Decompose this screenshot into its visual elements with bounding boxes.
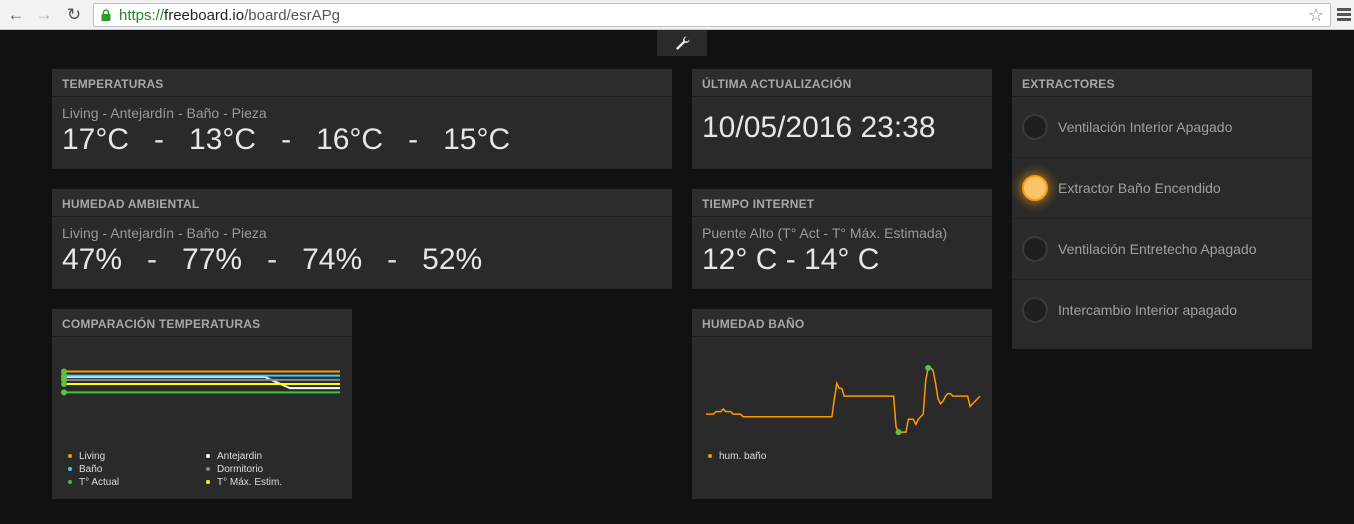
back-arrow-icon[interactable]: ← (5, 4, 27, 26)
ultima-actualizacion-pane: ÚLTIMA ACTUALIZACIÓN 10/05/2016 23:38 (692, 69, 992, 169)
indicator-light (1022, 297, 1048, 323)
temperaturas-pane: TEMPERATURAS Living - Antejardín - Baño … (52, 69, 672, 169)
legend-item: Dormitorio (206, 464, 263, 475)
url-path: /board/esrAPg (244, 7, 340, 24)
browser-toolbar: ← → ↻ https://freeboard.io/board/esrAPg … (0, 0, 1354, 30)
pane-title: EXTRACTORES (1012, 69, 1312, 97)
indicator-row: Extractor Baño Encendido (1012, 158, 1312, 219)
pane-title: HUMEDAD AMBIENTAL (52, 189, 672, 217)
pane-title: COMPARACIÓN TEMPERATURAS (52, 309, 352, 337)
comparacion-temperaturas-pane: COMPARACIÓN TEMPERATURAS Living Antejard… (52, 309, 352, 499)
legend-dot (68, 454, 72, 459)
indicator-light (1022, 114, 1048, 140)
temperaturas-subtitle: Living - Antejardín - Baño - Pieza (62, 105, 267, 121)
forward-arrow-icon[interactable]: → (33, 4, 55, 26)
min-point (895, 429, 902, 436)
pane-title: HUMEDAD BAÑO (692, 309, 992, 337)
legend-dot (68, 480, 72, 485)
chart-legend: hum. baño (708, 451, 908, 467)
legend-item: T° Máx. Estim. (206, 477, 282, 488)
temperature-comparison-chart (61, 368, 340, 396)
indicator-row: Ventilación Entretecho Apagado (1012, 219, 1312, 280)
humedad-bano-pane: HUMEDAD BAÑO hum. baño (692, 309, 992, 499)
legend-item: Antejardin (206, 451, 262, 462)
indicator-label: Extractor Baño Encendido (1058, 180, 1221, 196)
address-bar[interactable]: https://freeboard.io/board/esrAPg ☆ (93, 3, 1331, 27)
temperaturas-value: 17°C - 13°C - 16°C - 15°C (62, 123, 511, 156)
wrench-icon[interactable] (657, 30, 707, 56)
pane-title: TIEMPO INTERNET (692, 189, 992, 217)
humedad-subtitle: Living - Antejardín - Baño - Pieza (62, 225, 267, 241)
indicator-light (1022, 175, 1048, 201)
url-text: https://freeboard.io/board/esrAPg (119, 7, 340, 24)
legend-dot (206, 467, 210, 472)
humedad-ambiental-pane: HUMEDAD AMBIENTAL Living - Antejardín - … (52, 189, 672, 289)
legend-item: Living (68, 451, 105, 462)
lock-icon (101, 9, 111, 21)
indicator-label: Intercambio Interior apagado (1058, 302, 1237, 318)
menu-icon[interactable] (1337, 8, 1351, 23)
legend-item: Baño (68, 464, 102, 475)
series-start-point (61, 381, 67, 387)
indicator-row: Ventilación Interior Apagado (1012, 97, 1312, 158)
pane-title: ÚLTIMA ACTUALIZACIÓN (692, 69, 992, 97)
tiempo-internet-pane: TIEMPO INTERNET Puente Alto (T° Act - T°… (692, 189, 992, 289)
chart-legend: Living Antejardin Baño Dormitorio T° Act… (68, 451, 348, 491)
last-update-value: 10/05/2016 23:38 (702, 111, 936, 144)
bathroom-humidity-chart (706, 364, 981, 436)
url-host: freeboard.io (164, 7, 245, 24)
indicator-label: Ventilación Interior Apagado (1058, 119, 1233, 135)
tiempo-value: 12° C - 14° C (702, 243, 880, 276)
legend-dot (708, 454, 712, 459)
reload-icon[interactable]: ↻ (63, 4, 85, 26)
series-line (706, 367, 981, 433)
legend-dot (206, 454, 210, 459)
tiempo-subtitle: Puente Alto (T° Act - T° Máx. Estimada) (702, 225, 948, 241)
legend-item: hum. baño (708, 451, 766, 462)
indicator-light (1022, 236, 1048, 262)
humedad-value: 47% - 77% - 74% - 52% (62, 243, 483, 276)
indicator-row: Intercambio Interior apagado (1012, 280, 1312, 341)
extractores-pane: EXTRACTORES Ventilación Interior Apagado… (1012, 69, 1312, 349)
series-line (64, 375, 340, 390)
legend-dot (206, 480, 210, 485)
indicator-label: Ventilación Entretecho Apagado (1058, 241, 1257, 257)
bookmark-star-icon[interactable]: ☆ (1308, 5, 1324, 26)
legend-dot (68, 467, 72, 472)
series-start-point (61, 389, 67, 396)
url-scheme: https:// (119, 7, 165, 24)
legend-item: T° Actual (68, 477, 119, 488)
pane-title: TEMPERATURAS (52, 69, 672, 97)
max-point (925, 364, 932, 371)
